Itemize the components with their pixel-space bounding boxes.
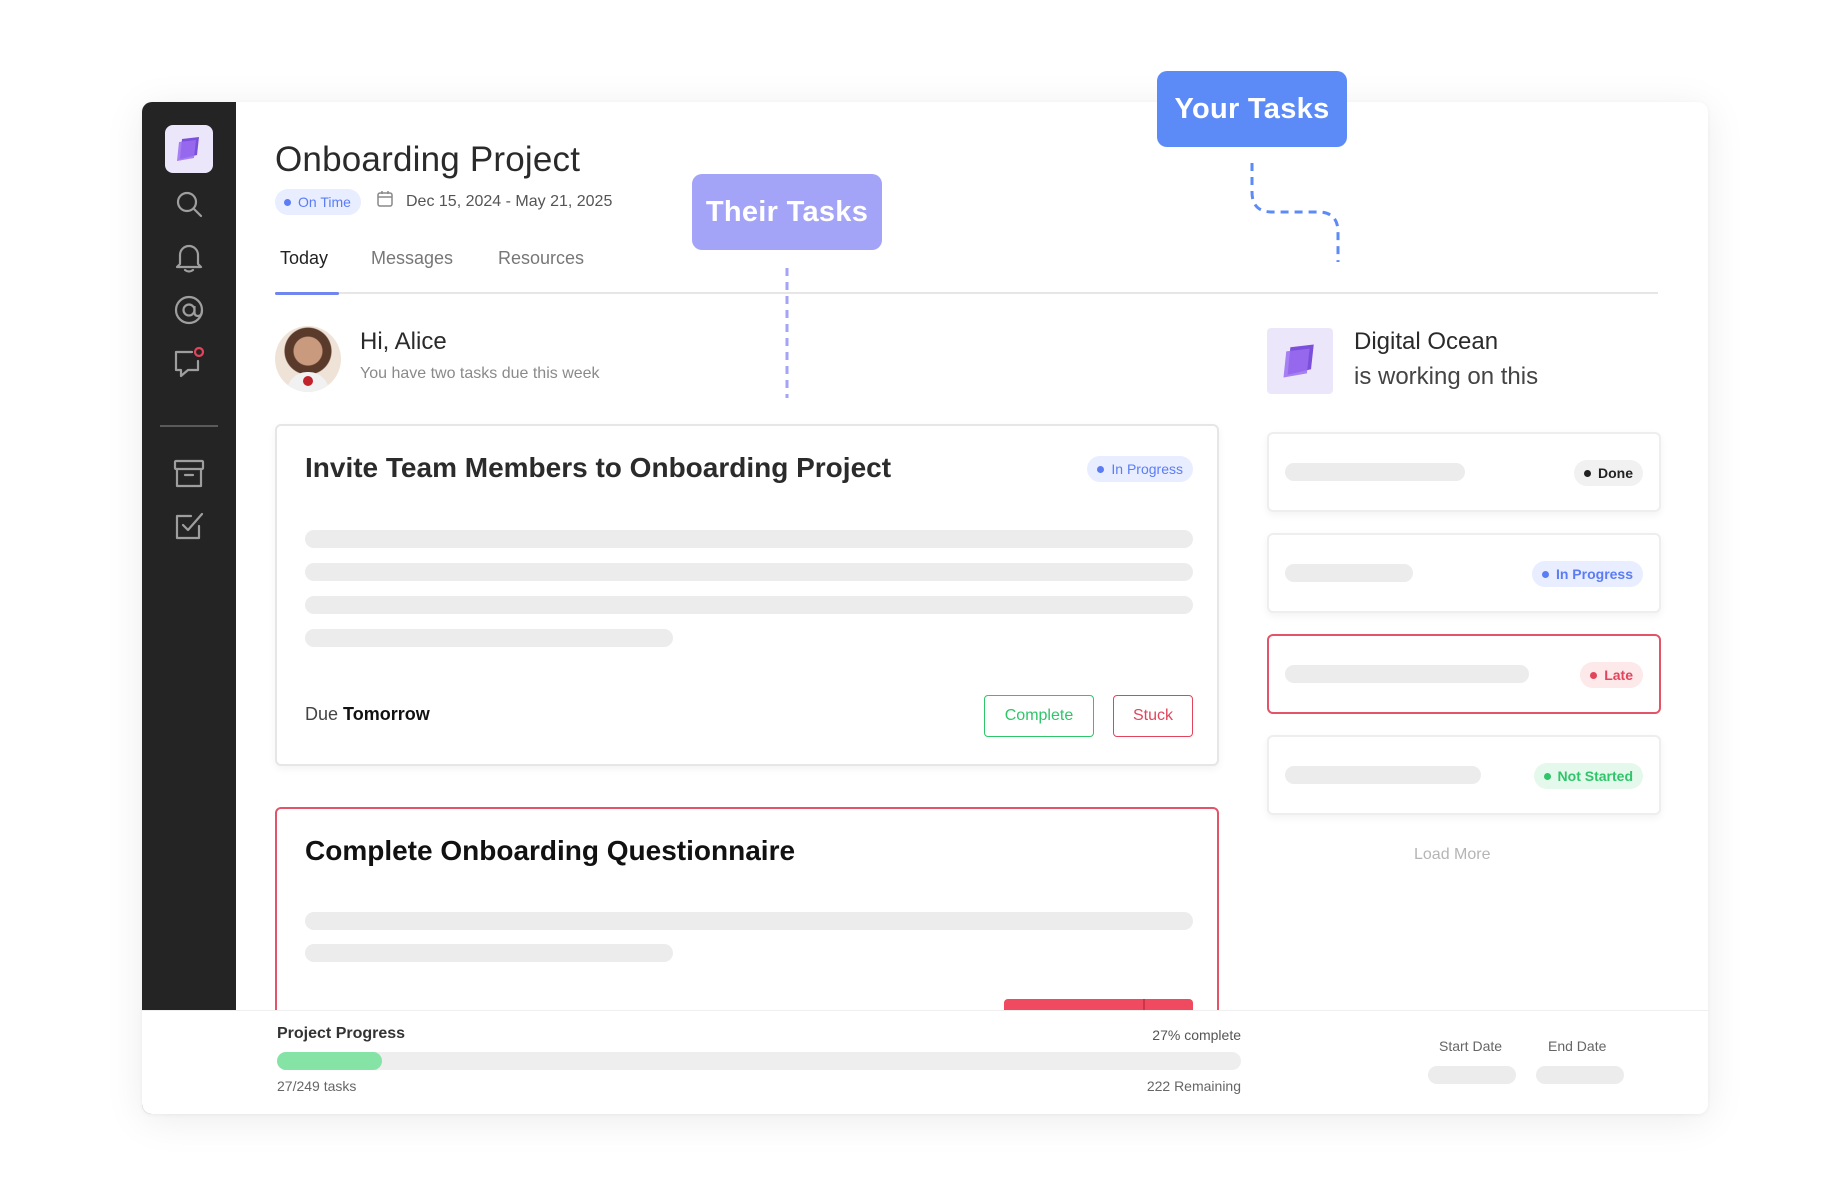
callout-connectors [785,163,1340,398]
your-tasks-connector [1250,163,1340,262]
